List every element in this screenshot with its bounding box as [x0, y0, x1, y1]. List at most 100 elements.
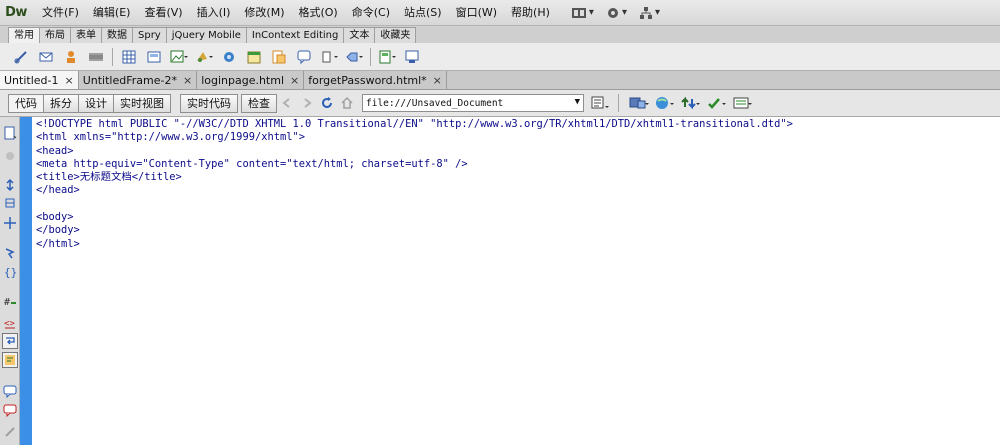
email-link-icon[interactable]: [37, 48, 55, 66]
svg-text:{}: {}: [4, 266, 17, 279]
apply-comment-icon[interactable]: [2, 383, 18, 399]
code-line-8: <body>: [36, 211, 74, 224]
file-management-icon[interactable]: [681, 94, 701, 112]
coding-toolbar: {} # <>: [0, 117, 20, 445]
menu-file[interactable]: 文件(F): [35, 2, 86, 24]
code-line-4: <meta http-equiv="Content-Type" content=…: [36, 157, 468, 170]
date-icon[interactable]: [245, 48, 263, 66]
site-icon[interactable]: ▾: [639, 6, 660, 20]
live-code-button[interactable]: 实时代码: [180, 93, 238, 113]
horizontal-rule-icon[interactable]: [87, 48, 105, 66]
insert-tab-common[interactable]: 常用: [8, 27, 40, 43]
menu-format[interactable]: 格式(O): [291, 2, 344, 24]
collapse-full-tag-icon[interactable]: [2, 177, 18, 193]
doc-tab-forgetpassword[interactable]: forgetPassword.html* ×: [304, 71, 447, 89]
home-icon[interactable]: [338, 94, 356, 112]
insert-tab-text[interactable]: 文本: [343, 27, 376, 43]
insert-tab-layout[interactable]: 布局: [39, 27, 71, 43]
close-icon[interactable]: ×: [183, 72, 192, 89]
back-icon[interactable]: [278, 94, 296, 112]
doc-tab-untitledframe-2[interactable]: UntitledFrame-2* ×: [79, 71, 198, 89]
image-icon[interactable]: [170, 48, 188, 66]
inspect-button[interactable]: 检查: [241, 93, 277, 113]
w3c-validation-icon[interactable]: [707, 94, 727, 112]
script-icon[interactable]: [345, 48, 363, 66]
collapse-selection-icon[interactable]: [2, 195, 18, 211]
menu-insert[interactable]: 插入(I): [190, 2, 238, 24]
open-documents-icon[interactable]: [2, 125, 18, 141]
line-numbers-icon[interactable]: #: [2, 293, 18, 309]
close-icon[interactable]: ×: [290, 72, 299, 89]
code-line-3: <head>: [36, 144, 74, 157]
toolbar-divider: [618, 94, 619, 112]
document-tabs: Untitled-1 × UntitledFrame-2* × loginpag…: [0, 71, 1000, 90]
multiscreen-icon[interactable]: [629, 94, 649, 112]
menu-window[interactable]: 窗口(W): [449, 2, 504, 24]
code-line-9: </body>: [36, 224, 80, 237]
menu-commands[interactable]: 命令(C): [345, 2, 397, 24]
show-code-navigator-icon[interactable]: [2, 148, 18, 164]
remove-comment-icon[interactable]: [2, 402, 18, 418]
menu-edit[interactable]: 编辑(E): [86, 2, 138, 24]
media-icon[interactable]: [195, 48, 213, 66]
word-wrap-icon[interactable]: [2, 333, 18, 349]
forward-icon[interactable]: [298, 94, 316, 112]
menu-view[interactable]: 查看(V): [137, 2, 189, 24]
widget-icon[interactable]: [220, 48, 238, 66]
live-view-button[interactable]: 实时视图: [113, 93, 171, 113]
chevron-down-icon[interactable]: ▼: [575, 97, 580, 107]
browser-preview-icon[interactable]: [590, 94, 610, 112]
head-icon[interactable]: [320, 48, 338, 66]
insert-tab-data[interactable]: 数据: [101, 27, 133, 43]
templates-icon[interactable]: [378, 48, 396, 66]
split-view-button[interactable]: 拆分: [43, 93, 79, 113]
preview-in-browser-icon[interactable]: [655, 94, 675, 112]
doc-tab-loginpage[interactable]: loginpage.html ×: [197, 71, 305, 89]
insert-tab-jquery-mobile[interactable]: jQuery Mobile: [165, 27, 247, 43]
balance-braces-icon[interactable]: {}: [2, 264, 18, 280]
insert-tab-forms[interactable]: 表单: [70, 27, 102, 43]
code-view-button[interactable]: 代码: [8, 93, 44, 113]
menu-bar: Dw 文件(F) 编辑(E) 查看(V) 插入(I) 修改(M) 格式(O) 命…: [0, 0, 1000, 26]
code-line-2: <html xmlns="http://www.w3.org/1999/xhtm…: [36, 131, 305, 144]
visual-aids-icon[interactable]: [733, 94, 753, 112]
table-icon[interactable]: [120, 48, 138, 66]
menu-help[interactable]: 帮助(H): [504, 2, 557, 24]
wrap-tag-icon[interactable]: [2, 424, 18, 440]
expand-all-icon[interactable]: [2, 215, 18, 231]
close-icon[interactable]: ×: [433, 72, 442, 89]
menu-modify[interactable]: 修改(M): [237, 2, 291, 24]
doc-tab-label: Untitled-1: [4, 73, 59, 87]
div-icon[interactable]: [145, 48, 163, 66]
layout-switcher-icon[interactable]: ▾: [571, 7, 594, 19]
gear-icon[interactable]: ▾: [606, 6, 627, 20]
close-icon[interactable]: ×: [64, 72, 73, 89]
named-anchor-icon[interactable]: [62, 48, 80, 66]
select-parent-tag-icon[interactable]: [2, 245, 18, 261]
insert-tab-spry[interactable]: Spry: [132, 27, 167, 43]
doc-tab-untitled-1[interactable]: Untitled-1 ×: [0, 71, 79, 89]
highlight-invalid-code-icon[interactable]: <>: [2, 315, 18, 331]
line-highlight-bar: [20, 117, 32, 445]
design-view-button[interactable]: 设计: [78, 93, 114, 113]
insert-tab-favorites[interactable]: 收藏夹: [374, 27, 417, 43]
code-editor[interactable]: <!DOCTYPE html PUBLIC "-//W3C//DTD XHTML…: [32, 117, 1000, 445]
app-logo: Dw: [5, 5, 27, 20]
hyperlink-icon[interactable]: [12, 48, 30, 66]
doc-tab-label: loginpage.html: [201, 73, 285, 87]
document-toolbar: 代码 拆分 设计 实时视图 实时代码 检查 file:///Unsaved_Do…: [0, 90, 1000, 117]
insert-toolbar: [0, 43, 1000, 71]
code-line-10: </html>: [36, 237, 80, 250]
insert-tab-incontext[interactable]: InContext Editing: [245, 27, 345, 43]
comment-icon[interactable]: [295, 48, 313, 66]
address-bar[interactable]: file:///Unsaved_Document ▼: [362, 94, 584, 112]
refresh-icon[interactable]: [318, 94, 336, 112]
tag-chooser-icon[interactable]: [403, 48, 421, 66]
server-side-include-icon[interactable]: [270, 48, 288, 66]
syntax-coloring-icon[interactable]: [2, 352, 18, 368]
insert-panel-tabs: 常用 布局 表单 数据 Spry jQuery Mobile InContext…: [0, 26, 1000, 43]
address-value: file:///Unsaved_Document: [366, 97, 504, 109]
menu-site[interactable]: 站点(S): [397, 2, 449, 24]
toolbar-divider: [112, 47, 113, 66]
